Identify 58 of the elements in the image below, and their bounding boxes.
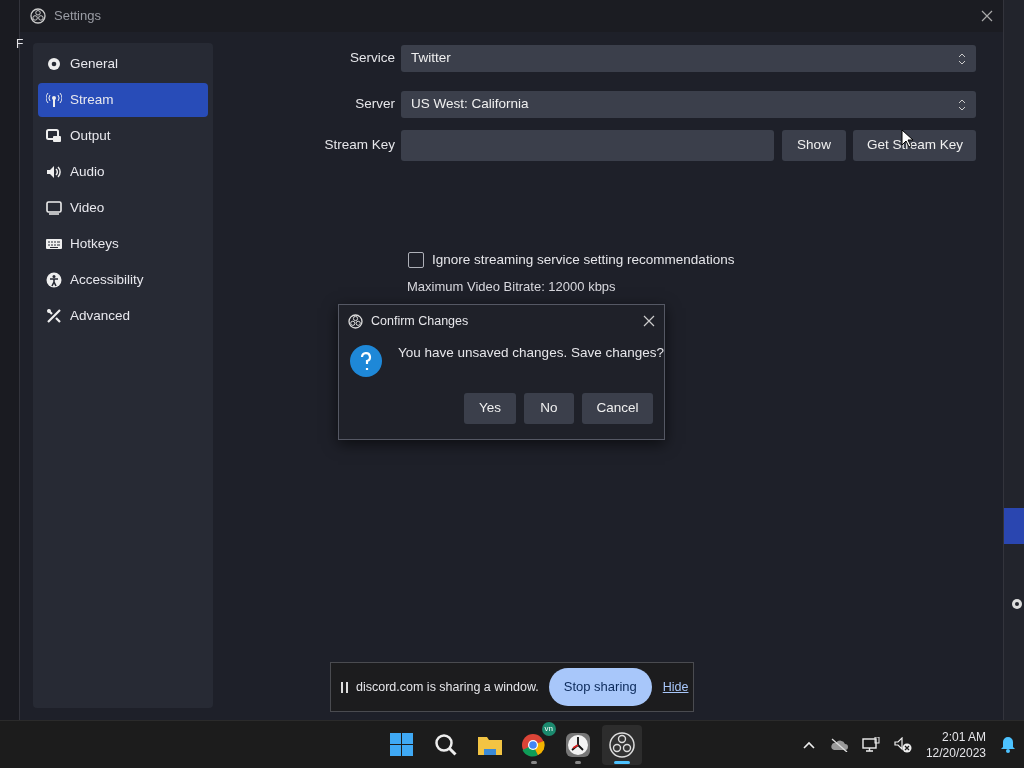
gear-icon xyxy=(46,56,62,72)
button[interactable]: Get Stream Key xyxy=(853,130,976,161)
sidebar-item[interactable]: Video xyxy=(38,191,208,225)
input-field[interactable] xyxy=(401,130,774,161)
bell-icon[interactable] xyxy=(1000,736,1016,753)
sidebar-item[interactable]: Advanced xyxy=(38,299,208,333)
notification-badge: vn xyxy=(541,721,556,736)
pause-icon xyxy=(341,681,348,693)
dropdown[interactable]: US West: California xyxy=(401,91,976,118)
sidebar-item[interactable]: Stream xyxy=(38,83,208,117)
button[interactable]: No xyxy=(524,392,574,424)
field-label: Server xyxy=(354,95,396,114)
clock-date[interactable]: 12/20/2023 xyxy=(925,744,986,761)
sidebar-item[interactable]: Hotkeys xyxy=(38,227,208,261)
dialog-message: You have unsaved changes. Save changes? xyxy=(398,343,664,362)
sidebar-item[interactable]: General xyxy=(38,47,208,81)
checkbox-label: Ignore streaming service setting recommendations xyxy=(432,251,735,269)
button[interactable]: Show xyxy=(782,130,846,161)
sidebar-item[interactable]: Accessibility xyxy=(38,263,208,297)
taskbar-button[interactable] xyxy=(602,724,642,765)
antenna-icon xyxy=(46,92,62,108)
close-icon[interactable] xyxy=(643,315,655,328)
taskbar-button[interactable]: vn xyxy=(514,724,554,765)
person-icon xyxy=(46,272,62,288)
dialog-title: Confirm Changes xyxy=(371,313,470,330)
record-app-icon xyxy=(607,729,637,760)
notification-text: discord.com is sharing a window. xyxy=(356,678,539,696)
keyboard-icon xyxy=(46,236,62,252)
cloud-off-icon[interactable] xyxy=(829,737,848,752)
button[interactable]: Yes xyxy=(464,392,516,424)
close-icon[interactable] xyxy=(981,10,993,22)
spinner-arrows-icon xyxy=(958,98,966,111)
speaker-muted-icon[interactable] xyxy=(893,736,912,753)
tools-icon xyxy=(46,308,62,324)
logo-icon xyxy=(348,313,363,329)
monitor-icon xyxy=(46,200,62,216)
checkbox[interactable] xyxy=(408,252,424,269)
sidebar-item[interactable]: Audio xyxy=(38,155,208,189)
logo-icon xyxy=(30,8,46,24)
clock-time[interactable]: 2:01 AM xyxy=(941,728,986,745)
stop-sharing-button[interactable]: Stop sharing xyxy=(548,668,652,706)
sidebar-item[interactable]: Output xyxy=(38,119,208,153)
button[interactable]: Cancel xyxy=(582,392,653,424)
list-highlight xyxy=(1004,508,1024,544)
spinner-arrows-icon xyxy=(958,52,966,65)
field-label: Stream Key xyxy=(323,136,396,155)
hide-link[interactable]: Hide xyxy=(662,677,689,697)
menu-item[interactable]: F xyxy=(16,35,24,53)
dropdown[interactable]: Twitter xyxy=(401,45,976,72)
speaker-icon xyxy=(46,164,62,180)
gear-icon[interactable] xyxy=(1010,597,1024,611)
question-icon xyxy=(350,344,382,377)
chevron-up-icon[interactable] xyxy=(801,739,816,750)
info-text: Maximum Video Bitrate: 12000 kbps xyxy=(407,278,617,297)
output-icon xyxy=(46,128,62,144)
network-icon[interactable] xyxy=(861,736,880,753)
window-title: Settings xyxy=(54,7,102,26)
field-label: Service xyxy=(349,49,396,68)
